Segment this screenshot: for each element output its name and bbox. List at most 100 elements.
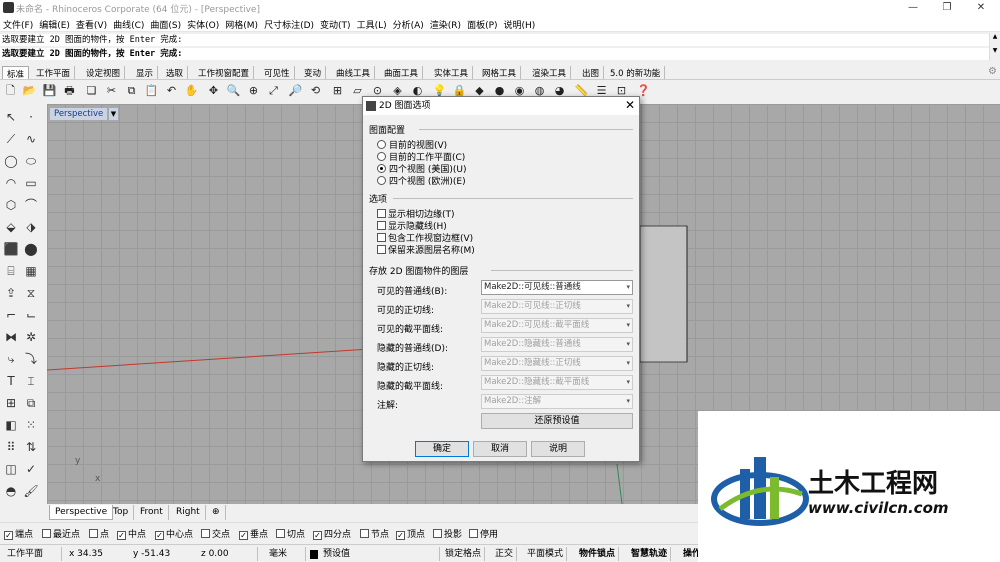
dimension-tool-icon[interactable]: ⌶ [22,372,40,390]
tab-curve-tools[interactable]: 曲线工具 [332,66,376,79]
group-icon[interactable]: ⊞ [2,394,20,412]
menu-tools[interactable]: 工具(L) [354,16,390,33]
rotate-view-icon[interactable]: ⟲ [308,83,323,98]
tab-drafting[interactable]: 出图 [578,66,605,79]
osnap-perpendicular[interactable]: ✓ 垂点 [239,527,268,540]
osnap-tangent[interactable]: 切点 [276,527,305,540]
tab-new-in-v5[interactable]: 5.0 的新功能 [606,66,666,79]
circle-icon[interactable]: ◯ [2,152,20,170]
tab-select[interactable]: 选取 [162,66,189,79]
zoom-window-icon[interactable]: ⊕ [246,83,261,98]
sphere-icon[interactable]: ⬤ [22,240,40,258]
menu-view[interactable]: 查看(V) [73,16,110,33]
status-osnap[interactable]: 物件锁点 [576,547,620,561]
osnap-end[interactable]: ✓ 端点 [4,527,33,540]
menu-panels[interactable]: 面板(P) [464,16,500,33]
join-icon[interactable]: ⧓ [2,328,20,346]
tab-standard[interactable]: 标准 [2,66,30,80]
osnap-project[interactable]: 投影 [433,527,462,540]
viewport-menu-dropdown-icon[interactable]: ▼ [109,108,118,120]
freeform-icon[interactable]: ⌒ [22,196,40,214]
move-view-icon[interactable]: ✥ [206,83,221,98]
menu-curve[interactable]: 曲线(C) [110,16,147,33]
add-tab-icon[interactable]: ⊕ [207,505,226,520]
copy-icon[interactable]: ⧉ [124,83,139,98]
open-file-icon[interactable]: 📂 [22,83,37,98]
status-grid-snap[interactable]: 锁定格点 [442,547,486,561]
tab-render-tools[interactable]: 渲染工具 [528,66,572,79]
rectangle-icon[interactable]: ▭ [22,174,40,192]
command-scrollbar[interactable]: ▲ ▼ [989,33,1000,61]
status-smarttrack[interactable]: 智慧轨迹 [628,547,672,561]
four-view-icon[interactable]: ⊞ [330,83,345,98]
restore-defaults-button[interactable]: 还原预设值 [481,413,633,429]
minimize-button[interactable]: — [898,0,928,16]
osnap-knot[interactable]: 节点 [360,527,389,540]
check-icon[interactable]: ✓ [22,460,40,478]
extrude-icon[interactable]: ⇪ [2,284,20,302]
status-ortho[interactable]: 正交 [492,547,518,561]
menu-file[interactable]: 文件(F) [0,16,36,33]
tab-mesh-tools[interactable]: 网格工具 [478,66,522,79]
undo-icon[interactable]: ↶ [164,83,179,98]
properties-icon[interactable]: ❏ [84,83,99,98]
boolean-icon[interactable]: ⧖ [22,284,40,302]
tab-transform[interactable]: 变动 [300,66,327,79]
zoom-extents-icon[interactable]: ⤢ [266,83,281,98]
cancel-button[interactable]: 取消 [473,441,527,457]
osnap-point[interactable]: 点 [89,527,109,540]
curve-icon[interactable]: ∿ [22,130,40,148]
new-file-icon[interactable]: 🗋 [3,83,18,98]
save-icon[interactable]: 💾 [42,83,57,98]
paint-icon[interactable]: 🖌 [22,482,40,500]
pan-hand-icon[interactable]: ✋ [184,83,199,98]
tab-display[interactable]: 显示 [132,66,159,79]
vtab-perspective[interactable]: Perspective [49,505,114,520]
vtab-front[interactable]: Front [135,505,169,520]
chk-keep-source-layers[interactable]: 保留来源图层名称(M) [377,243,475,256]
select-arrow-icon[interactable]: ↖ [2,108,20,126]
text-icon[interactable]: T [2,372,20,390]
mesh-icon[interactable]: ▦ [22,262,40,280]
tab-viewport-layout[interactable]: 工作视窗配置 [194,66,255,79]
print-icon[interactable]: 🖶 [62,83,77,98]
rebuild-icon[interactable]: ⤵ [22,350,40,368]
zoom-selected-icon[interactable]: 🔎 [288,83,303,98]
menu-edit[interactable]: 编辑(E) [36,16,73,33]
osnap-intersection[interactable]: 交点 [201,527,230,540]
block-icon[interactable]: ⧉ [22,394,40,412]
menu-transform[interactable]: 变动(T) [317,16,354,33]
menu-help[interactable]: 说明(H) [501,16,539,33]
fillet-icon[interactable]: ⌐ [2,306,20,324]
status-layer[interactable]: 预设值 [320,547,440,561]
osnap-disable[interactable]: 停用 [469,527,498,540]
osnap-mid[interactable]: ✓ 中点 [117,527,146,540]
close-window-button[interactable]: ✕ [966,0,996,16]
menu-render[interactable]: 渲染(R) [427,16,464,33]
point-icon[interactable]: · [22,108,40,126]
menu-solid[interactable]: 实体(O) [184,16,222,33]
command-prompt[interactable]: 选取要建立 2D 图面的物件，按 Enter 完成: [0,48,990,60]
polyline-icon[interactable]: ⟋ [2,130,20,148]
cut-icon[interactable]: ✂ [104,83,119,98]
loft-icon[interactable]: ⬗ [22,218,40,236]
menu-dimension[interactable]: 尺寸标注(D) [261,16,317,33]
cylinder-icon[interactable]: ⌸ [2,262,20,280]
tab-surface-tools[interactable]: 曲面工具 [380,66,424,79]
osnap-quad[interactable]: ✓ 四分点 [313,527,351,540]
render-mesh-icon[interactable]: ◧ [2,416,20,434]
array-icon[interactable]: ⁙ [22,416,40,434]
settings-gear-icon[interactable]: ⚙ [988,66,997,77]
paste-icon[interactable]: 📋 [144,83,159,98]
layer-color-swatch[interactable] [310,550,318,559]
dialog-title-bar[interactable]: 2D 图面选项 [363,97,639,115]
curvature-icon[interactable]: ◓ [2,482,20,500]
tab-solid-tools[interactable]: 实体工具 [430,66,474,79]
radio-four-views-eu[interactable]: 四个视图 (欧洲)(E) [377,174,466,187]
explode-icon[interactable]: ✲ [22,328,40,346]
move-icon[interactable]: ⇅ [22,438,40,456]
dialog-close-icon[interactable]: ✕ [625,98,635,112]
tab-visibility[interactable]: 可见性 [260,66,295,79]
viewport-title[interactable]: Perspective [50,108,108,120]
trim-icon[interactable]: ⌙ [22,306,40,324]
